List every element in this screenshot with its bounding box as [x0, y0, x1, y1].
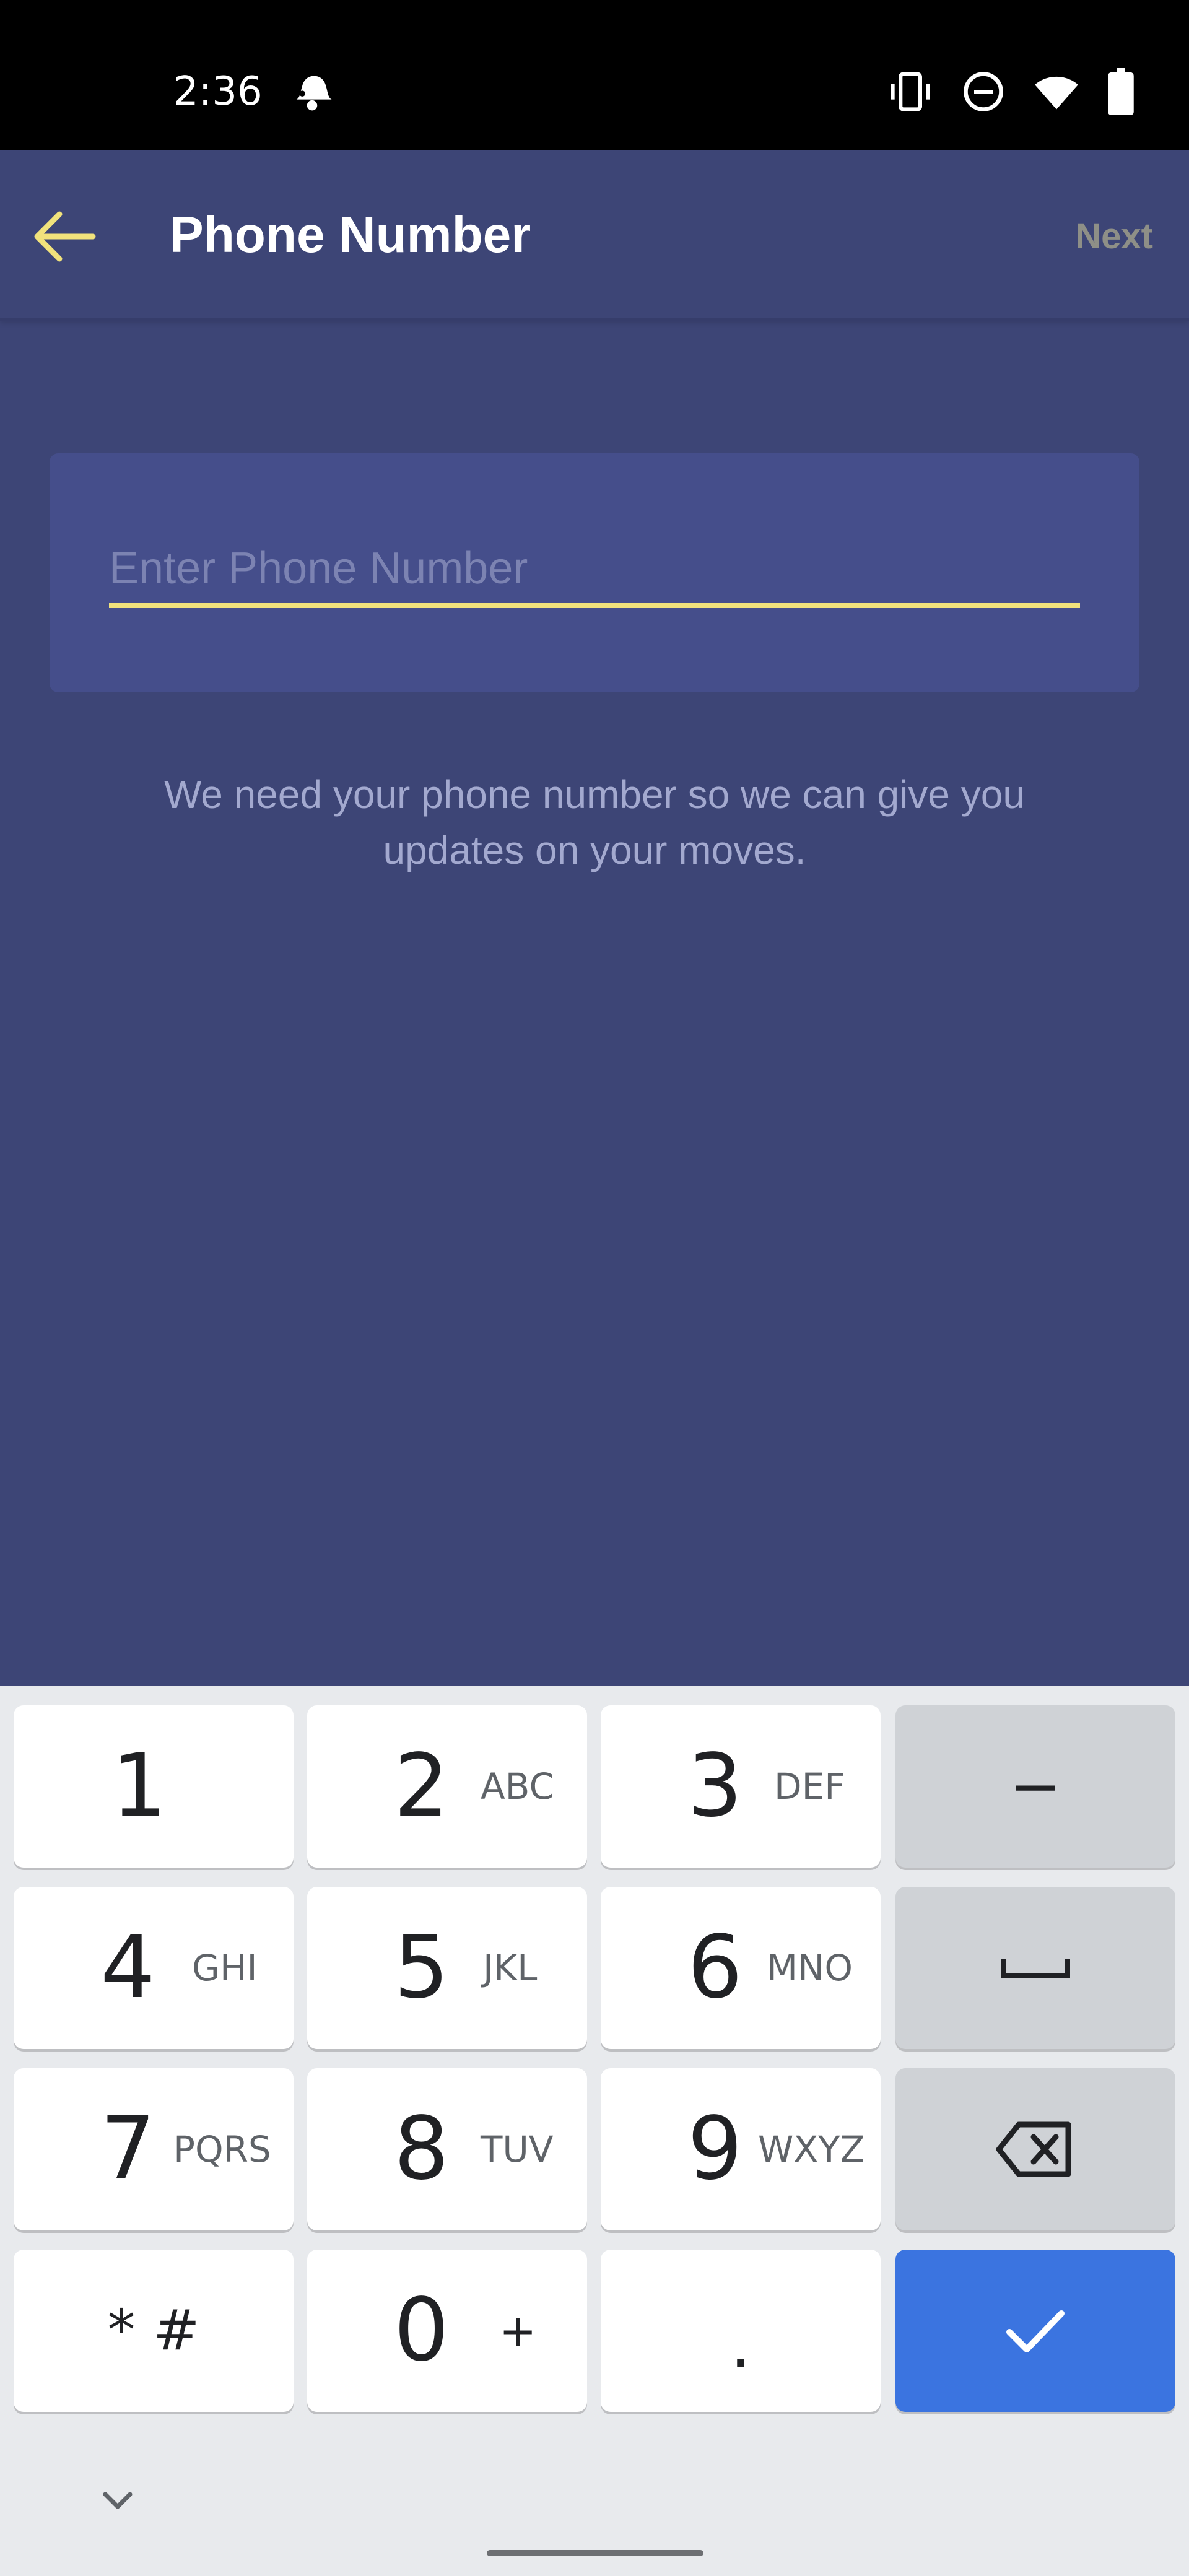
- status-time: 2:36: [173, 69, 263, 115]
- phone-field-card: [50, 453, 1139, 692]
- key-7[interactable]: 7 PQRS: [14, 2068, 294, 2230]
- key-9[interactable]: 9 WXYZ: [601, 2068, 881, 2230]
- key-period[interactable]: .: [601, 2250, 881, 2412]
- vibrate-icon: [891, 72, 930, 111]
- checkmark-icon: [1006, 2310, 1065, 2352]
- keyboard-collapse-button[interactable]: [93, 2476, 142, 2525]
- key-1[interactable]: 1: [14, 1705, 294, 1868]
- chevron-down-icon: [103, 2492, 133, 2509]
- arrow-left-icon: [34, 211, 96, 262]
- wifi-icon: [1035, 76, 1078, 110]
- key-0[interactable]: 0 +: [307, 2250, 587, 2412]
- key-backspace[interactable]: [895, 2068, 1175, 2230]
- phone-number-input[interactable]: [109, 534, 1080, 608]
- key-5[interactable]: 5 JKL: [307, 1887, 587, 2049]
- helper-text: We need your phone number so we can give…: [164, 772, 1025, 872]
- do-not-disturb-icon: [964, 72, 1003, 111]
- space-icon: [1001, 1959, 1070, 1978]
- page-title: Phone Number: [170, 207, 531, 263]
- notification-icon: [296, 76, 332, 111]
- key-dash[interactable]: −: [895, 1705, 1175, 1868]
- back-button[interactable]: [31, 206, 99, 268]
- key-6[interactable]: 6 MNO: [601, 1887, 881, 2049]
- gesture-nav-handle[interactable]: [487, 2550, 703, 2556]
- key-space[interactable]: [895, 1887, 1175, 2049]
- key-3[interactable]: 3 DEF: [601, 1705, 881, 1868]
- battery-icon: [1108, 68, 1134, 115]
- backspace-icon: [996, 2121, 1071, 2177]
- key-2[interactable]: 2 ABC: [307, 1705, 587, 1868]
- key-4[interactable]: 4 GHI: [14, 1887, 294, 2049]
- status-icons: [887, 68, 1135, 115]
- app-bar: Phone Number Next: [0, 150, 1189, 321]
- key-star-hash[interactable]: * #: [14, 2250, 294, 2412]
- next-button[interactable]: Next: [1075, 212, 1153, 261]
- status-bar: 2:36: [0, 0, 1189, 150]
- done-button[interactable]: [895, 2250, 1175, 2412]
- key-8[interactable]: 8 TUV: [307, 2068, 587, 2230]
